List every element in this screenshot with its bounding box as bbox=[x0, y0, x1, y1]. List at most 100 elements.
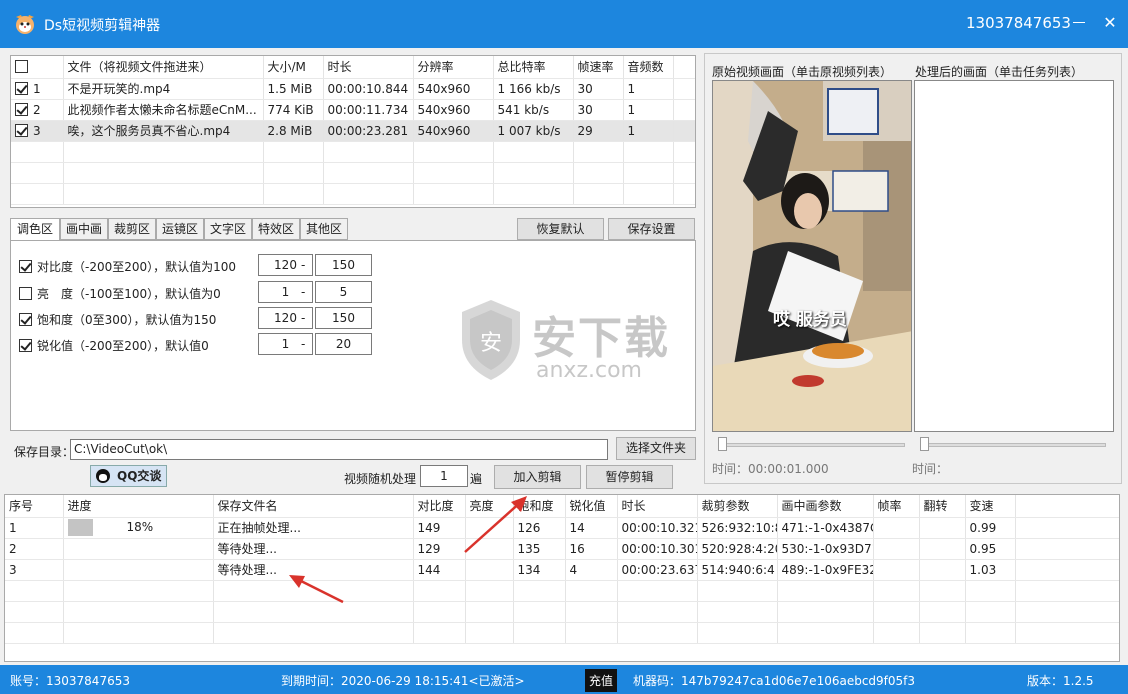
empty-row bbox=[5, 601, 1119, 623]
task-header-speed[interactable]: 变速 bbox=[965, 495, 1016, 518]
file-header-resolution[interactable]: 分辨率 bbox=[413, 56, 494, 79]
saturation-label: 饱和度（0至300），默认值为150 bbox=[37, 313, 217, 327]
table-row[interactable]: 3 唉，这个服务员真不省心.mp4 2.8 MiB 00:00:23.281 5… bbox=[11, 120, 695, 142]
processed-seek-slider[interactable] bbox=[920, 443, 1106, 447]
empty-row bbox=[11, 162, 695, 184]
random-process-unit: 遍 bbox=[470, 472, 483, 486]
add-clip-button[interactable]: 加入剪辑 bbox=[494, 465, 581, 489]
file-header-duration[interactable]: 时长 bbox=[323, 56, 414, 79]
tab-effects[interactable]: 特效区 bbox=[252, 218, 300, 240]
file-size: 1.5 MiB bbox=[263, 78, 324, 100]
tab-other[interactable]: 其他区 bbox=[300, 218, 348, 240]
original-seek-thumb[interactable] bbox=[718, 437, 727, 451]
progress-bar bbox=[67, 519, 93, 536]
file-header-size[interactable]: 大小/M bbox=[263, 56, 324, 79]
task-sharpen: 4 bbox=[565, 559, 618, 581]
task-duration: 00:00:10.321 bbox=[617, 517, 698, 539]
range-dash: - bbox=[301, 337, 306, 351]
save-dir-input[interactable]: C:\VideoCut\ok\ bbox=[70, 439, 608, 460]
close-icon[interactable]: ✕ bbox=[1101, 14, 1119, 32]
file-header-bitrate[interactable]: 总比特率 bbox=[493, 56, 574, 79]
task-list-panel[interactable]: 序号 进度 保存文件名 对比度 亮度 饱和度 锐化值 时长 裁剪参数 画中画参数… bbox=[4, 494, 1120, 662]
file-audio: 1 bbox=[623, 120, 674, 142]
task-header-index[interactable]: 序号 bbox=[5, 495, 64, 518]
task-speed: 0.95 bbox=[965, 538, 1016, 560]
task-pip: 530:-1-0x93D7160 bbox=[777, 538, 874, 560]
pause-clip-button[interactable]: 暂停剪辑 bbox=[586, 465, 673, 489]
row-index: 1 bbox=[33, 81, 41, 96]
qq-chat-button[interactable]: QQ交谈 bbox=[90, 465, 167, 487]
file-size: 774 KiB bbox=[263, 99, 324, 121]
table-row[interactable]: 3 等待处理... 144 134 4 00:00:23.637 514:940… bbox=[5, 559, 1119, 581]
brightness-label: 亮 度（-100至100），默认值为0 bbox=[37, 287, 221, 301]
processed-time: 时间： bbox=[912, 462, 949, 476]
tab-text[interactable]: 文字区 bbox=[204, 218, 252, 240]
choose-folder-button[interactable]: 选择文件夹 bbox=[616, 437, 696, 460]
task-crop: 514:940:6:4 bbox=[697, 559, 778, 581]
progress-text: 18% bbox=[126, 520, 154, 534]
brightness-checkbox[interactable]: 亮 度（-100至100），默认值为0 bbox=[19, 285, 221, 302]
row-checkbox[interactable]: 3 bbox=[11, 120, 64, 142]
saturation-max-input[interactable]: 150 bbox=[315, 307, 372, 329]
task-header-sharpen[interactable]: 锐化值 bbox=[565, 495, 618, 518]
contrast-max-input[interactable]: 150 bbox=[315, 254, 372, 276]
empty-row bbox=[11, 141, 695, 163]
original-preview-label: 原始视频画面（单击原视频列表） bbox=[712, 65, 893, 79]
tab-crop[interactable]: 裁剪区 bbox=[108, 218, 156, 240]
processed-video-frame[interactable] bbox=[914, 80, 1114, 432]
file-bitrate: 541 kb/s bbox=[493, 99, 574, 121]
task-header-filename[interactable]: 保存文件名 bbox=[213, 495, 414, 518]
sharpen-checkbox[interactable]: 锐化值（-200至200），默认值0 bbox=[19, 337, 209, 354]
range-dash: - bbox=[301, 311, 306, 325]
saturation-checkbox[interactable]: 饱和度（0至300），默认值为150 bbox=[19, 311, 216, 328]
task-progress bbox=[63, 538, 214, 560]
task-header-duration[interactable]: 时长 bbox=[617, 495, 698, 518]
task-header-crop[interactable]: 裁剪参数 bbox=[697, 495, 778, 518]
svg-text:安: 安 bbox=[480, 331, 502, 356]
recharge-button[interactable]: 充值 bbox=[585, 669, 618, 692]
task-header-flip[interactable]: 翻转 bbox=[919, 495, 966, 518]
row-checkbox[interactable]: 1 bbox=[11, 78, 64, 100]
task-header-progress[interactable]: 进度 bbox=[63, 495, 214, 518]
save-settings-button[interactable]: 保存设置 bbox=[608, 218, 695, 240]
minimize-icon[interactable] bbox=[1073, 22, 1085, 23]
task-header-fps[interactable]: 帧率 bbox=[873, 495, 920, 518]
table-row[interactable]: 2 此视频作者太懒未命名标题eCnM... 774 KiB 00:00:11.7… bbox=[11, 99, 695, 121]
tab-camera[interactable]: 运镜区 bbox=[156, 218, 204, 240]
task-duration: 00:00:23.637 bbox=[617, 559, 698, 581]
file-name: 此视频作者太懒未命名标题eCnM... bbox=[63, 99, 264, 121]
task-duration: 00:00:10.301 bbox=[617, 538, 698, 560]
file-fps: 30 bbox=[573, 99, 624, 121]
file-list-panel[interactable]: 文件（将视频文件拖进来） 大小/M 时长 分辨率 总比特率 帧速率 音频数 1 … bbox=[10, 55, 696, 208]
file-header-name[interactable]: 文件（将视频文件拖进来） bbox=[63, 56, 264, 79]
processed-seek-thumb[interactable] bbox=[920, 437, 929, 451]
tab-color[interactable]: 调色区 bbox=[10, 218, 60, 241]
task-fps bbox=[873, 517, 920, 539]
status-expire: 到期时间：2020-06-29 18:15:41<已激活> bbox=[281, 674, 525, 688]
contrast-checkbox[interactable]: 对比度（-200至200），默认值为100 bbox=[19, 258, 236, 275]
task-brightness bbox=[465, 559, 514, 581]
sharpen-max-input[interactable]: 20 bbox=[315, 333, 372, 355]
file-name: 不是开玩笑的.mp4 bbox=[63, 78, 264, 100]
file-header-audio[interactable]: 音频数 bbox=[623, 56, 674, 79]
contrast-label: 对比度（-200至200），默认值为100 bbox=[37, 260, 237, 274]
tab-pip[interactable]: 画中画 bbox=[60, 218, 108, 240]
empty-row bbox=[5, 622, 1119, 644]
watermark-en: anxz.com bbox=[536, 358, 642, 383]
file-duration: 00:00:11.734 bbox=[323, 99, 414, 121]
qq-chat-label: QQ交谈 bbox=[117, 469, 162, 483]
brightness-max-input[interactable]: 5 bbox=[315, 281, 372, 303]
task-index: 3 bbox=[5, 559, 64, 581]
restore-default-button[interactable]: 恢复默认 bbox=[517, 218, 604, 240]
blank-cell bbox=[673, 78, 695, 100]
table-row[interactable]: 2 等待处理... 129 135 16 00:00:10.301 520:92… bbox=[5, 538, 1119, 560]
original-video-frame[interactable]: 哎 服务员 bbox=[712, 80, 912, 432]
row-checkbox[interactable]: 2 bbox=[11, 99, 64, 121]
table-row[interactable]: 1 不是开玩笑的.mp4 1.5 MiB 00:00:10.844 540x96… bbox=[11, 78, 695, 100]
original-seek-slider[interactable] bbox=[718, 443, 905, 447]
select-all-checkbox[interactable] bbox=[11, 56, 64, 79]
task-header-pip[interactable]: 画中画参数 bbox=[777, 495, 874, 518]
table-row[interactable]: 1 18% 正在抽帧处理... 149 126 14 00:00:10.321 … bbox=[5, 517, 1119, 539]
file-header-fps[interactable]: 帧速率 bbox=[573, 56, 624, 79]
random-process-input[interactable]: 1 bbox=[420, 465, 468, 487]
